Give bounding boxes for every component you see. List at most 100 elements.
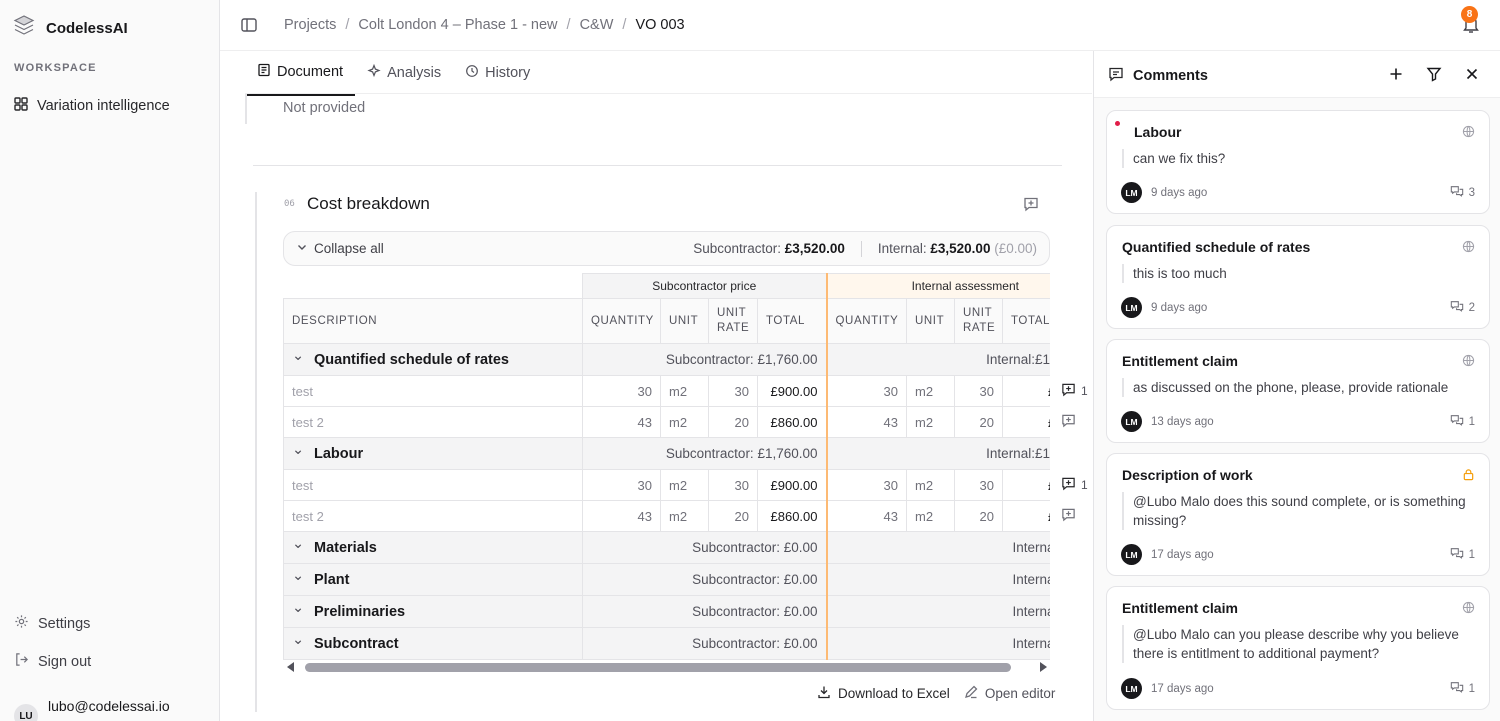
row-comment-button[interactable]: 1 [1061, 476, 1088, 494]
cell-internal-total[interactable]: £900.00 [1001, 469, 1050, 501]
sidebar-item-sign-out[interactable]: Sign out [14, 652, 91, 671]
cell-description[interactable]: test 2 [283, 406, 583, 438]
add-comment-icon[interactable] [1023, 196, 1039, 215]
cell-internal-unit-rate[interactable]: 30 [954, 469, 1003, 501]
table-section-row[interactable]: ⌄ Labour Subcontractor: £1,760.00 Internal:… [283, 437, 1050, 470]
cell-total[interactable]: £860.00 [757, 406, 827, 438]
cell-quantity[interactable]: 30 [582, 469, 661, 501]
section-row-title[interactable]: ⌄ Preliminaries [283, 595, 583, 628]
open-editor-button[interactable]: Open editor [964, 685, 1055, 702]
chevron-down-icon[interactable]: ⌄ [292, 632, 314, 648]
comment-footer: LM 17 days ago 1 [1121, 544, 1475, 565]
reply-count-button[interactable]: 3 [1450, 185, 1475, 201]
reply-count-button[interactable]: 1 [1450, 547, 1475, 563]
sidebar-item-label: Sign out [38, 653, 92, 670]
cell-description[interactable]: test 2 [283, 500, 583, 532]
comment-card[interactable]: Labour can we fix this? LM 9 days ago 3 [1106, 110, 1490, 214]
scrollbar-thumb[interactable] [305, 663, 1011, 672]
comment-card[interactable]: Entitlement claim @Lubo Malo can you plea… [1106, 586, 1490, 710]
close-icon[interactable] [1464, 66, 1480, 85]
chevron-down-icon[interactable]: ⌄ [292, 536, 314, 552]
cost-table: Subcontractor price Internal assessment … [283, 273, 1050, 660]
section-internal-total: Internal:£0.00 [825, 627, 1050, 660]
breadcrumb-projects[interactable]: Projects [284, 17, 336, 33]
chevron-down-icon[interactable]: ⌄ [292, 600, 314, 616]
cell-internal-unit[interactable]: m2 [906, 469, 955, 501]
chevron-down-icon[interactable]: ⌄ [292, 568, 314, 584]
tab-analysis[interactable]: Analysis [355, 52, 453, 96]
comment-icon [1061, 476, 1076, 494]
cell-total[interactable]: £860.00 [757, 500, 827, 532]
cell-internal-total[interactable]: £900.00 [1001, 375, 1050, 407]
comment-card[interactable]: Quantified schedule of rates this is too … [1106, 225, 1490, 329]
cell-quantity[interactable]: 30 [582, 375, 661, 407]
reply-count-button[interactable]: 2 [1450, 300, 1475, 316]
cell-internal-unit-rate[interactable]: 20 [954, 500, 1003, 532]
row-comment-button[interactable]: 1 [1061, 382, 1088, 400]
section-row-title[interactable]: ⌄ Quantified schedule of rates [283, 343, 583, 376]
cell-unit[interactable]: m2 [660, 375, 709, 407]
plus-icon[interactable] [1388, 66, 1404, 85]
cell-quantity[interactable]: 43 [582, 406, 661, 438]
cell-internal-unit-rate[interactable]: 20 [954, 406, 1003, 438]
cell-internal-unit-rate[interactable]: 30 [954, 375, 1003, 407]
breadcrumb-project[interactable]: Colt London 4 – Phase 1 - new [358, 17, 557, 33]
table-section-row[interactable]: ⌄PlantSubcontractor: £0.00Internal:£0.00 [283, 563, 1050, 596]
comment-card[interactable]: Entitlement claim as discussed on the pho… [1106, 339, 1490, 443]
cell-internal-unit[interactable]: m2 [906, 406, 955, 438]
filter-icon[interactable] [1426, 66, 1442, 85]
brand[interactable]: CodelessAI [12, 14, 128, 42]
section-row-title[interactable]: ⌄ Labour [283, 437, 583, 470]
table-section-row[interactable]: ⌄SubcontractSubcontractor: £0.00Internal… [283, 627, 1050, 660]
user-menu[interactable]: LU lubo@codelessai.io [14, 698, 170, 721]
comment-time: 13 days ago [1151, 415, 1214, 428]
chevron-down-icon[interactable]: ⌄ [292, 442, 314, 458]
cell-unit[interactable]: m2 [660, 469, 709, 501]
table-section-row[interactable]: ⌄ Quantified schedule of rates Subcontract… [283, 343, 1050, 376]
chevron-down-icon[interactable]: ⌄ [292, 348, 314, 364]
table-section-row[interactable]: ⌄MaterialsSubcontractor: £0.00Internal:£… [283, 531, 1050, 564]
horizontal-scrollbar[interactable] [285, 661, 1050, 673]
sidebar-toggle-icon[interactable] [240, 16, 258, 37]
cell-internal-quantity[interactable]: 43 [825, 406, 907, 438]
cell-unit[interactable]: m2 [660, 500, 709, 532]
cell-internal-unit[interactable]: m2 [906, 500, 955, 532]
section-title: Cost breakdown [307, 194, 430, 213]
cell-unit-rate[interactable]: 20 [708, 406, 758, 438]
section-row-title[interactable]: ⌄ Materials [283, 531, 583, 564]
section-row-title[interactable]: ⌄ Subcontract [283, 627, 583, 660]
cell-internal-total[interactable]: £860.00 [1001, 406, 1050, 438]
cost-table-scroll[interactable]: Subcontractor price Internal assessment … [283, 273, 1050, 660]
cell-unit[interactable]: m2 [660, 406, 709, 438]
collapse-all-button[interactable]: Collapse all [296, 241, 384, 256]
scroll-left-icon[interactable] [287, 662, 294, 672]
breadcrumb-contract[interactable]: C&W [580, 17, 614, 33]
cell-total[interactable]: £900.00 [757, 469, 827, 501]
sidebar-item-settings[interactable]: Settings [14, 614, 90, 633]
cell-description[interactable]: test [283, 469, 583, 501]
cell-internal-quantity[interactable]: 30 [825, 375, 907, 407]
comment-card[interactable]: Description of work @Lubo Malo does this … [1106, 453, 1490, 576]
table-section-row[interactable]: ⌄ Preliminaries Subcontractor: £0.00 Intern… [283, 595, 1050, 628]
section-row-title[interactable]: ⌄ Plant [283, 563, 583, 596]
cell-unit-rate[interactable]: 30 [708, 469, 758, 501]
row-comment-button[interactable] [1061, 507, 1076, 525]
scroll-right-icon[interactable] [1040, 662, 1047, 672]
cell-description[interactable]: test [283, 375, 583, 407]
section-rule [245, 94, 247, 124]
reply-count-button[interactable]: 1 [1450, 414, 1475, 430]
row-comment-button[interactable] [1061, 413, 1076, 431]
tab-history[interactable]: History [453, 52, 542, 96]
cell-total[interactable]: £900.00 [757, 375, 827, 407]
reply-count-button[interactable]: 1 [1450, 681, 1475, 697]
cell-internal-unit[interactable]: m2 [906, 375, 955, 407]
download-excel-button[interactable]: Download to Excel [817, 685, 950, 702]
cell-unit-rate[interactable]: 30 [708, 375, 758, 407]
cell-internal-quantity[interactable]: 43 [825, 500, 907, 532]
sidebar-item-variation-intelligence[interactable]: Variation intelligence [14, 97, 170, 115]
cell-unit-rate[interactable]: 20 [708, 500, 758, 532]
cell-internal-total[interactable]: £860.00 [1001, 500, 1050, 532]
cell-internal-quantity[interactable]: 30 [825, 469, 907, 501]
tab-document[interactable]: Document [245, 52, 356, 96]
cell-quantity[interactable]: 43 [582, 500, 661, 532]
